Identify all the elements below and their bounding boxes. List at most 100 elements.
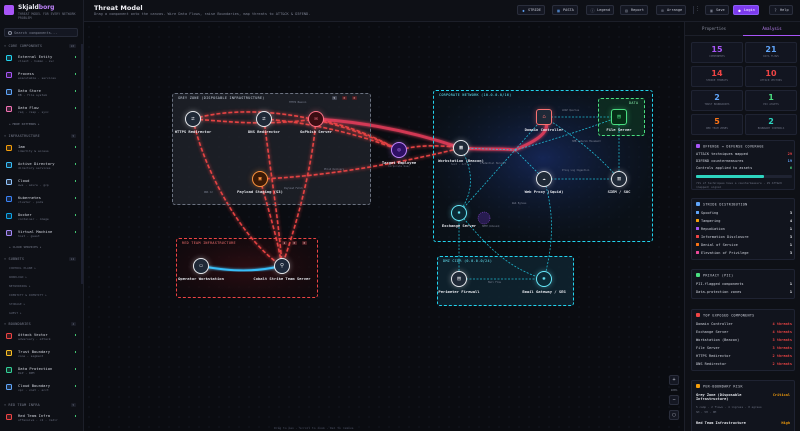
canvas-node[interactable]: ▭	[193, 258, 209, 274]
canvas-node[interactable]: ⇄	[185, 111, 201, 127]
canvas-node[interactable]: ▣	[252, 171, 268, 187]
pasta-button[interactable]: ▦ PASTA	[552, 5, 578, 15]
sidebar-section-header[interactable]: ▾ INFRASTRUCTURE 5	[4, 134, 80, 140]
sidebar-component-item[interactable]: Data Store DB · file system	[4, 87, 80, 100]
sidebar-expand-link[interactable]: + CLOUD SERVICES ▸	[9, 245, 79, 250]
sidebar-component-item[interactable]: Red Team Infra offensive · c2 · redir	[4, 412, 80, 425]
canvas-node[interactable]: ▥	[611, 171, 627, 187]
metric-label: Denial of Service	[701, 243, 738, 247]
canvas-node[interactable]: ⌂	[536, 109, 552, 125]
component-desc: DLP · DPM	[18, 371, 35, 375]
flow-label: Proxy Log Ingestion	[562, 169, 590, 172]
canvas-hint: Drag to pan · Scroll to zoom · Del to re…	[274, 426, 354, 430]
subnet-category[interactable]: WORKLOAD ▸	[9, 275, 79, 280]
help-button[interactable]: ? Help	[769, 5, 793, 15]
threat-model-canvas[interactable]: GREY ZONE (DISPOSABLE INFRASTRUCTURE) 5 …	[84, 22, 684, 431]
sidebar-component-item[interactable]: Trust Boundary zone · segment	[4, 348, 80, 361]
firewall-icon: ▤	[457, 276, 461, 282]
canvas-node[interactable]: ✉	[308, 111, 324, 127]
summary-stat[interactable]: 1 PII ASSETS	[745, 90, 797, 111]
sidebar-component-item[interactable]: Iam identity & access	[4, 143, 80, 156]
sidebar-component-item[interactable]: External Entity client · human · svc	[4, 53, 80, 66]
canvas-node[interactable]: ▦	[453, 140, 469, 156]
login-button[interactable]: ● Login	[733, 5, 759, 15]
node-label: SIEM / SOC	[607, 189, 631, 194]
zoom-in-button[interactable]: +	[669, 375, 679, 385]
summary-stat[interactable]: 10 ATTACK VECTORS	[745, 66, 797, 87]
tab-analysis[interactable]: Analysis	[743, 22, 800, 36]
subnet-category[interactable]: GUEST ▸	[9, 311, 79, 316]
sidebar-component-item[interactable]: Virtual Machine host · guest	[4, 228, 80, 241]
canvas-node[interactable]: ☁	[536, 171, 552, 187]
summary-stat[interactable]: 14 STRIDE THREATS	[691, 66, 743, 87]
subnet-category[interactable]: STORAGE ▸	[9, 302, 79, 307]
status-dot	[74, 385, 76, 387]
subnet-category[interactable]: CONTROL PLANE ▸	[9, 266, 79, 271]
component-search-input[interactable]: Search components...	[4, 28, 78, 37]
metric-label: Controls applied to assets	[696, 166, 753, 170]
legend-button[interactable]: ⓘ Legend	[586, 5, 614, 15]
summary-stat[interactable]: 5 RED TEAM ZONES	[691, 114, 743, 135]
summary-stat[interactable]: 2 TRUST BOUNDARIES	[691, 90, 743, 111]
sidebar-section-header[interactable]: ▾ RED TEAM INFRA 5	[4, 403, 80, 409]
sidebar-component-item[interactable]: Data Flow req · resp · sync	[4, 104, 80, 117]
canvas-node[interactable]: ▤	[611, 109, 627, 125]
subnet-category[interactable]: NETWORKING ▸	[9, 284, 79, 289]
metric-value: 29	[787, 152, 792, 156]
save-button[interactable]: ▣ Save	[705, 5, 729, 15]
more-options-button[interactable]: ⋮	[695, 6, 700, 12]
stride-button[interactable]: ◆ STRIDE	[517, 5, 545, 15]
zoom-out-button[interactable]: −	[669, 395, 679, 405]
sidebar-component-item[interactable]: Data Protection DLP · DPM	[4, 365, 80, 378]
sidebar-component-item[interactable]: Cloud aws · azure · gcp	[4, 177, 80, 190]
component-desc: adversary · attack	[18, 337, 51, 341]
sidebar-component-item[interactable]: Kubernetes cluster · pods	[4, 194, 80, 207]
metric-value: 3 threats	[772, 338, 792, 342]
section-count: 10	[68, 44, 76, 48]
sidebar-component-item[interactable]: Active Directory directory services	[4, 160, 80, 173]
component-desc: DB · file system	[18, 93, 47, 97]
arrange-button[interactable]: ⊞ Arrange	[656, 5, 687, 15]
legend-swatch	[696, 227, 699, 230]
exchange-icon: ✹	[457, 210, 461, 216]
sidebar-component-item[interactable]: Cloud Boundary vpc · vnet · acct	[4, 382, 80, 395]
tab-properties[interactable]: Properties	[685, 22, 743, 36]
metric-label: Domain Controller	[696, 322, 733, 326]
sidebar-expand-link[interactable]: + MORE PATTERNS ▸	[9, 122, 79, 127]
zone-label: CORPORATE NETWORK (10.0.0.0/16)	[439, 93, 512, 97]
canvas-node[interactable]: ✹	[451, 205, 467, 221]
canvas-node[interactable]: ▤	[451, 271, 467, 287]
canvas-node[interactable]: ⚲	[274, 258, 290, 274]
analysis-panel: Properties Analysis 15 COMPONENTS 21 DATA F…	[684, 22, 800, 431]
metric-row: Workstation (Beacon) 3 threats	[696, 338, 792, 344]
report-button[interactable]: ▤ Report	[620, 5, 648, 15]
status-dot	[74, 163, 76, 165]
section-icon	[696, 313, 700, 317]
canvas-node[interactable]: ⇄	[256, 111, 272, 127]
canvas-node[interactable]: ✺	[536, 271, 552, 287]
fit-view-button[interactable]: ▢	[669, 410, 679, 420]
sidebar-section-header[interactable]: ▾ CORE COMPONENTS 10	[4, 44, 80, 50]
stat-label: DATA FLOWS	[763, 55, 779, 58]
sidebar-component-item[interactable]: Attack Vector adversary · attack	[4, 331, 80, 344]
metric-value: 1	[789, 282, 792, 286]
legend-swatch	[696, 235, 699, 238]
summary-stat[interactable]: 15 COMPONENTS	[691, 42, 743, 63]
sidebar-section-header[interactable]: ▾ BOUNDARIES 4	[4, 322, 80, 328]
canvas-node[interactable]: ◎	[391, 142, 407, 158]
metric-row: ATT&CK techniques mapped 29	[696, 152, 792, 158]
sidebar-component-item[interactable]: Process executable · services	[4, 70, 80, 83]
summary-stat[interactable]: 21 DATA FLOWS	[745, 42, 797, 63]
stat-value: 21	[765, 45, 777, 54]
sidebar-scrollbar[interactable]	[81, 44, 83, 284]
sidebar-component-item[interactable]: Docker container · image	[4, 211, 80, 224]
subnet-category[interactable]: IDENTITY & IDENTITY ▸	[9, 293, 79, 298]
component-desc: aws · azure · gcp	[18, 183, 49, 187]
summary-stat[interactable]: 2 BOUNDARY CONTROLS	[745, 114, 797, 135]
legend-swatch	[696, 219, 699, 222]
component-icon	[6, 414, 12, 420]
sidebar-section-header[interactable]: ▾ SUBNETS 12	[4, 257, 80, 263]
status-dot	[74, 415, 76, 417]
coverage-caption: 71% of techniques have a countermeasure …	[696, 181, 782, 189]
boundary-name: Grey Zone (Disposable Infrastructure)	[696, 393, 742, 401]
